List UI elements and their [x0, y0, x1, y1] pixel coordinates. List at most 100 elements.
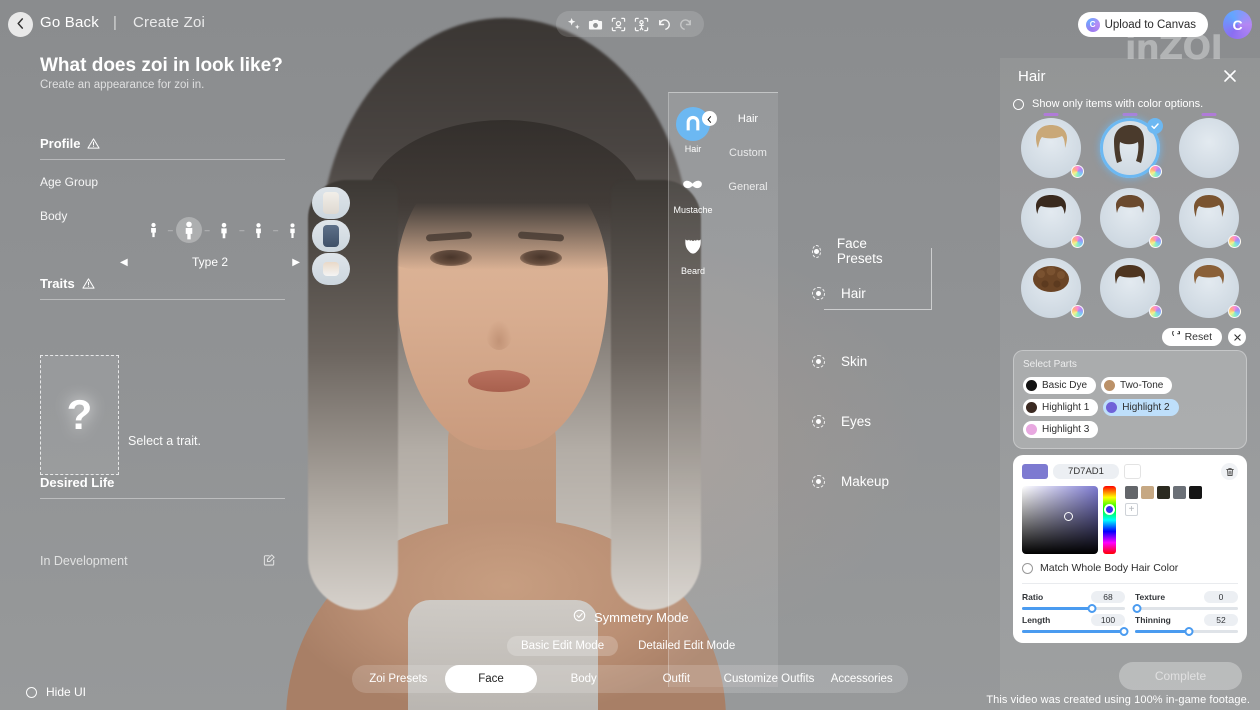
age-group-option-elder[interactable] [287, 222, 298, 239]
pencil-square-icon[interactable] [263, 553, 276, 571]
reset-button[interactable]: Reset [1162, 328, 1222, 346]
slider-track[interactable] [1022, 607, 1125, 610]
plus-icon[interactable]: + [1125, 503, 1138, 516]
age-group-option-teen[interactable] [182, 221, 196, 240]
hair-style-item[interactable] [1013, 184, 1090, 252]
hue-slider[interactable] [1103, 486, 1116, 554]
hair-style-item[interactable] [1092, 254, 1169, 322]
age-group-option-adult[interactable] [253, 222, 264, 239]
color-preview-swatch[interactable] [1022, 464, 1048, 479]
close-icon[interactable] [1222, 68, 1238, 89]
slider-value[interactable]: 100 [1091, 614, 1125, 626]
slider-thumb[interactable] [1119, 627, 1128, 636]
slider-track[interactable] [1135, 630, 1238, 633]
part-chip-highlight-3[interactable]: Highlight 3 [1023, 421, 1098, 438]
hex-value-field[interactable]: 7D7AD1 [1053, 464, 1119, 479]
saved-swatch[interactable] [1157, 486, 1170, 499]
basic-edit-mode-button[interactable]: Basic Edit Mode [507, 636, 618, 656]
hair-style-item[interactable] [1092, 184, 1169, 252]
hair-style-item[interactable] [1013, 254, 1090, 322]
hair-sliders: Ratio 68 Texture 0 [1022, 583, 1238, 633]
hue-knob[interactable] [1104, 504, 1115, 515]
color-options-indicator [1228, 235, 1241, 248]
camera-icon[interactable] [587, 16, 604, 33]
saved-swatch[interactable] [1141, 486, 1154, 499]
outfit-thumb-shoes[interactable] [312, 253, 350, 285]
go-back-label[interactable]: Go Back [40, 14, 99, 31]
slider-value[interactable]: 0 [1204, 591, 1238, 603]
alpha-box[interactable] [1124, 464, 1141, 479]
outfit-thumb-top[interactable] [312, 187, 350, 219]
back-button[interactable] [8, 12, 33, 37]
saved-swatch[interactable] [1189, 486, 1202, 499]
sv-knob[interactable] [1064, 512, 1073, 521]
show-color-options-filter[interactable]: Show only items with color options. [1013, 98, 1260, 110]
focus-face-icon[interactable] [610, 16, 627, 33]
warning-triangle-icon [87, 137, 100, 150]
close-icon[interactable] [1228, 328, 1246, 346]
sparkle-icon[interactable] [565, 16, 582, 33]
item-tick [1044, 113, 1059, 116]
check-circle-icon [573, 609, 586, 625]
color-options-indicator [1071, 235, 1084, 248]
body-label: Body [40, 209, 67, 223]
slider-value[interactable]: 52 [1204, 614, 1238, 626]
hair-panel-title: Hair [1018, 68, 1046, 85]
age-group-option-child[interactable] [148, 222, 159, 238]
slider-ratio[interactable]: Ratio 68 [1022, 591, 1125, 610]
part-chip-highlight-2[interactable]: Highlight 2 [1103, 399, 1178, 416]
match-whole-body-toggle[interactable]: Match Whole Body Hair Color [1022, 562, 1238, 574]
age-group-selector[interactable]: – – – – [148, 220, 298, 240]
trait-slot-empty[interactable]: ? [40, 355, 119, 475]
traits-heading-label: Traits [40, 276, 75, 291]
hide-ui-toggle[interactable]: Hide UI [26, 685, 86, 699]
saved-swatch[interactable] [1125, 486, 1138, 499]
saved-swatch[interactable] [1173, 486, 1186, 499]
hair-style-item[interactable] [1170, 184, 1247, 252]
hair-style-item[interactable] [1013, 114, 1090, 182]
outfit-thumb-pants[interactable] [312, 220, 350, 252]
hair-style-item[interactable] [1170, 254, 1247, 322]
tab-face[interactable]: Face [445, 665, 538, 693]
subcategory-hair[interactable]: Hair [717, 102, 779, 136]
slider-thumb[interactable] [1133, 604, 1142, 613]
subcategory-custom[interactable]: Custom [717, 136, 779, 170]
rail-item-mustache[interactable]: Mustache [669, 168, 717, 215]
slider-length[interactable]: Length 100 [1022, 614, 1125, 633]
upload-to-canvas-button[interactable]: C Upload to Canvas [1078, 12, 1208, 37]
subcategory-general[interactable]: General [717, 170, 779, 204]
slider-value[interactable]: 68 [1091, 591, 1125, 603]
tab-body[interactable]: Body [537, 665, 630, 693]
tab-zoi-presets[interactable]: Zoi Presets [352, 665, 445, 693]
triangle-left-icon[interactable]: ◀ [120, 257, 128, 268]
trash-icon[interactable] [1221, 463, 1238, 480]
redo-icon[interactable] [678, 16, 695, 33]
create-zoi-label[interactable]: Create Zoi [133, 14, 205, 31]
rail-collapse-button[interactable] [702, 111, 717, 126]
rail-item-beard[interactable]: Beard [669, 229, 717, 276]
part-chip-two-tone[interactable]: Two-Tone [1101, 377, 1172, 394]
slider-texture[interactable]: Texture 0 [1135, 591, 1238, 610]
slider-track[interactable] [1022, 630, 1125, 633]
slider-track[interactable] [1135, 607, 1238, 610]
chip-swatch [1026, 424, 1037, 435]
focus-body-icon[interactable] [633, 16, 650, 33]
swatch-row [1125, 486, 1238, 499]
age-group-option-young-adult[interactable] [218, 222, 230, 239]
hair-style-item[interactable] [1092, 114, 1169, 182]
avatar[interactable]: C [1223, 10, 1252, 39]
triangle-right-icon[interactable]: ▶ [292, 257, 300, 268]
saturation-value-area[interactable] [1022, 486, 1098, 554]
body-type-selector[interactable]: ◀ Type 2 ▶ [120, 255, 300, 269]
age-dash: – [273, 225, 278, 235]
slider-thinning[interactable]: Thinning 52 [1135, 614, 1238, 633]
hair-style-item[interactable] [1170, 114, 1247, 182]
slider-thumb[interactable] [1184, 627, 1193, 636]
reset-row: Reset [1000, 322, 1260, 350]
chevron-left-icon [706, 110, 713, 128]
part-chip-basic-dye[interactable]: Basic Dye [1023, 377, 1096, 394]
part-chip-highlight-1[interactable]: Highlight 1 [1023, 399, 1098, 416]
age-dash: – [239, 225, 244, 235]
slider-thumb[interactable] [1088, 604, 1097, 613]
undo-icon[interactable] [655, 16, 672, 33]
